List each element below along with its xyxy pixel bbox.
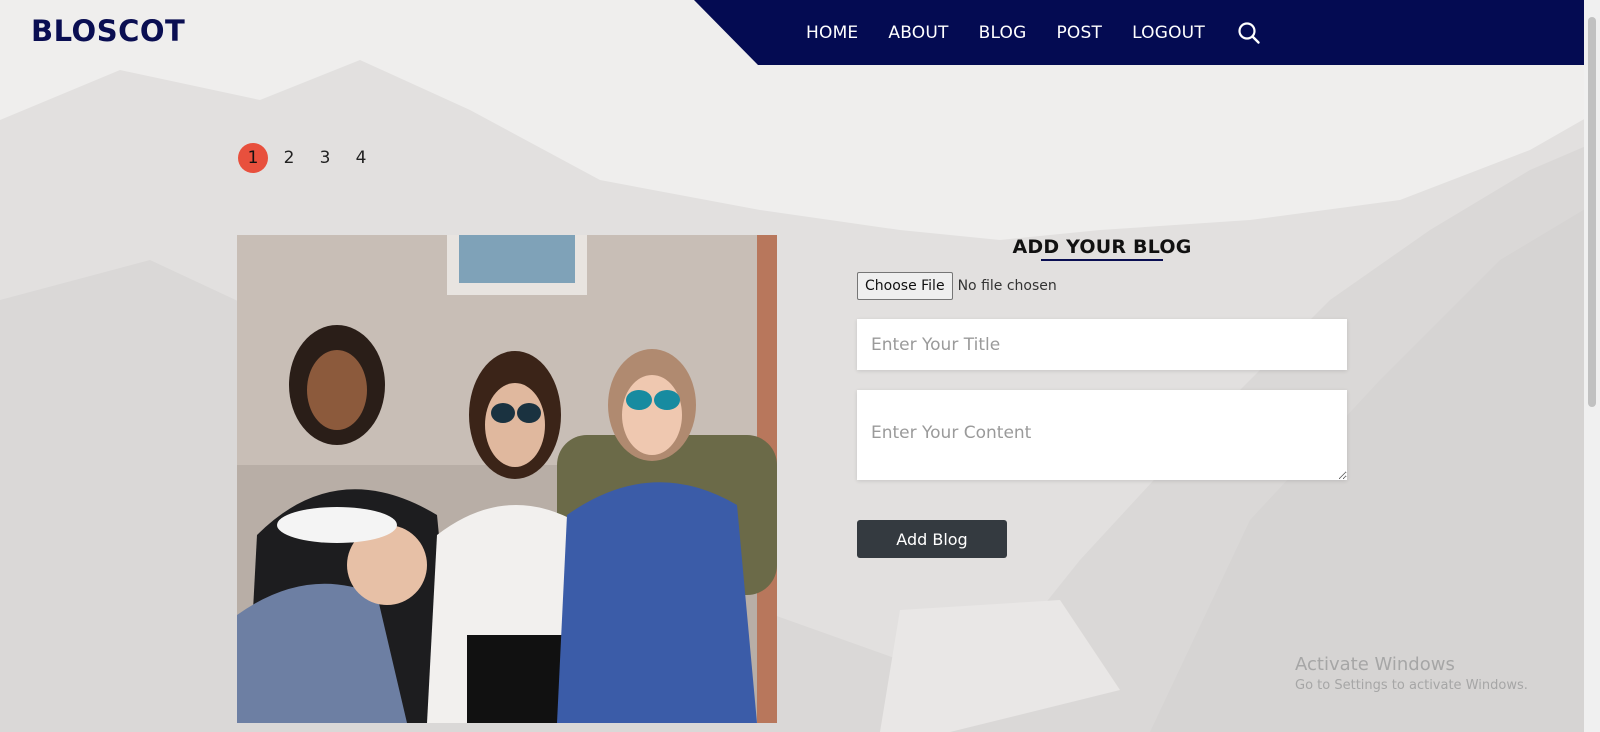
page-4-button[interactable]: 4 [346,143,376,173]
search-icon[interactable] [1237,20,1263,46]
page-2-button[interactable]: 2 [274,143,304,173]
nav-logout[interactable]: LOGOUT [1132,23,1205,43]
main-nav: HOME ABOUT BLOG POST LOGOUT [806,0,1263,65]
page-1-button[interactable]: 1 [238,143,268,173]
scrollbar-thumb[interactable] [1588,17,1596,407]
nav-post[interactable]: POST [1056,23,1102,43]
add-blog-button[interactable]: Add Blog [857,520,1007,558]
page-3-button[interactable]: 3 [310,143,340,173]
watermark-line-2: Go to Settings to activate Windows. [1295,678,1528,693]
nav-about[interactable]: ABOUT [888,23,948,43]
vertical-scrollbar[interactable] [1584,0,1600,732]
nav-blog[interactable]: BLOG [979,23,1027,43]
pagination: 1 2 3 4 [238,143,376,173]
choose-file-button[interactable]: Choose File [857,272,953,300]
windows-activation-watermark: Activate Windows Go to Settings to activ… [1295,654,1528,693]
watermark-line-1: Activate Windows [1295,654,1455,675]
title-input[interactable] [857,319,1347,370]
add-blog-form: ADD YOUR BLOG Choose File No file chosen… [857,236,1347,558]
file-upload-row: Choose File No file chosen [857,272,1347,300]
nav-home[interactable]: HOME [806,23,858,43]
brand-logo[interactable]: BLOSCOT [31,14,185,48]
content-textarea[interactable] [857,390,1347,480]
title-underline [1041,259,1163,261]
file-status-text: No file chosen [957,278,1057,294]
blog-photo [237,235,777,723]
form-title: ADD YOUR BLOG [1012,236,1192,258]
